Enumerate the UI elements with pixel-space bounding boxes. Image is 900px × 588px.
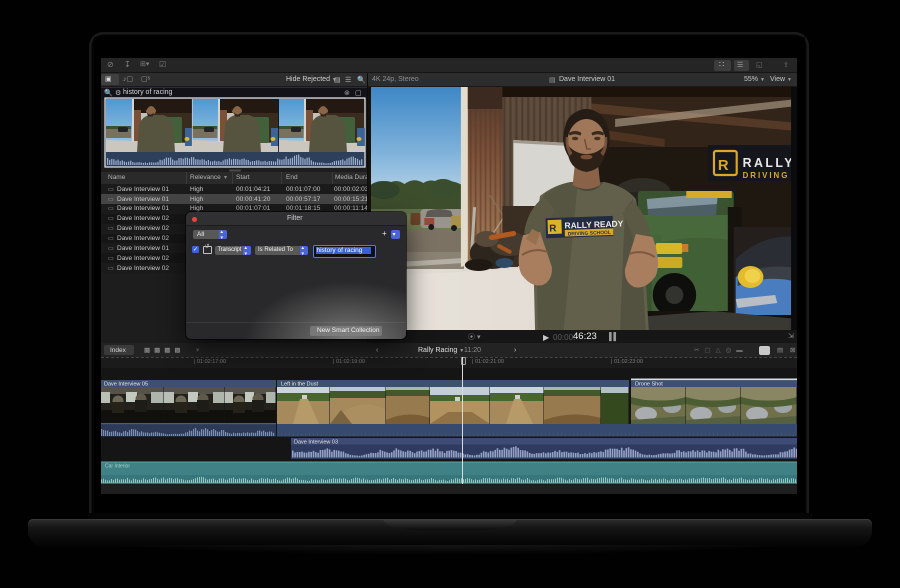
svg-text:R: R xyxy=(549,223,557,234)
svg-text:Dave Interview 05: Dave Interview 05 xyxy=(104,382,148,388)
svg-text:Dave Interview 03: Dave Interview 03 xyxy=(294,440,338,446)
svg-text:DRIVING: DRIVING xyxy=(743,171,790,180)
svg-text:Left in the Dust: Left in the Dust xyxy=(281,382,318,388)
svg-text:Drone Shot: Drone Shot xyxy=(635,382,663,388)
svg-text:RALLY: RALLY xyxy=(743,156,795,170)
svg-text:RALLY READY: RALLY READY xyxy=(564,218,623,230)
svg-text:Car Interior: Car Interior xyxy=(105,464,130,470)
